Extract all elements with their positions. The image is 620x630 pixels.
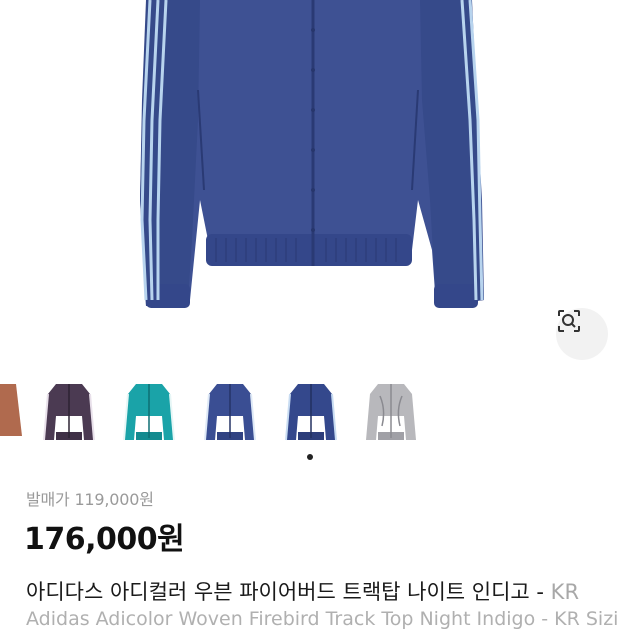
thumbnail-teal[interactable] [118,376,180,446]
jacket-thumbnail-icon [204,384,256,441]
current-price: 176,000원 [24,522,185,557]
product-title-main: 아디다스 아디컬러 우븐 파이어버드 트랙탑 나이트 인디고 - [26,580,551,604]
jacket-illustration [140,0,484,308]
thumbnail-indigo-selected[interactable] [280,376,342,446]
product-title: 아디다스 아디컬러 우븐 파이어버드 트랙탑 나이트 인디고 - KR [26,576,620,606]
jacket-thumbnail-icon [0,384,22,436]
thumbnail-strip [0,376,620,446]
lens-icon [558,310,580,332]
thumbnail-plum[interactable] [38,376,100,446]
carousel-indicator-dot [307,454,313,460]
product-subtitle: Adidas Adicolor Woven Firebird Track Top… [26,608,620,630]
release-price: 발매가 119,000원 [26,490,154,509]
product-hero-image[interactable] [0,0,620,370]
thumbnail-grey[interactable] [360,376,422,446]
jacket-thumbnail-icon [43,384,95,441]
thumbnail-brown[interactable] [0,376,28,446]
jacket-thumbnail-icon [123,384,175,441]
jacket-thumbnail-icon [285,384,337,441]
jacket-thumbnail-icon [366,384,416,440]
thumbnail-indigo[interactable] [199,376,261,446]
product-title-suffix: KR [550,580,580,604]
image-search-button[interactable] [556,308,608,360]
